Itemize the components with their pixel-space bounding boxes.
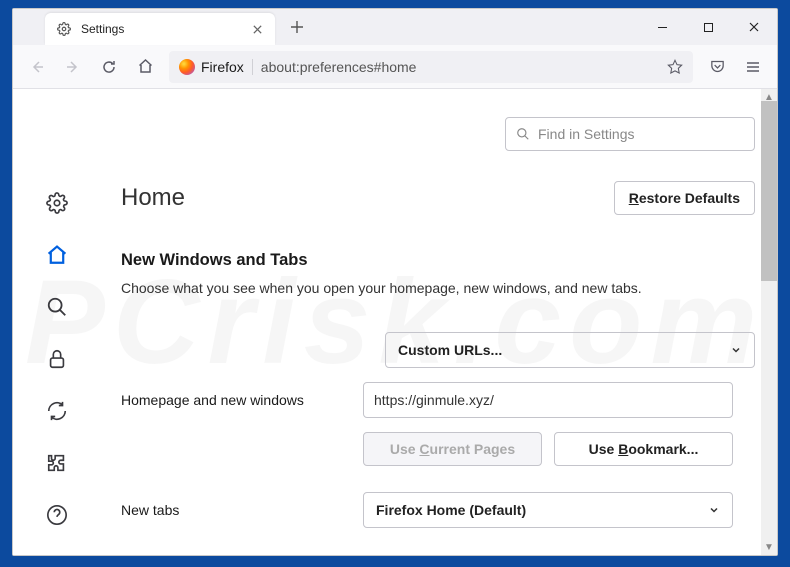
sidebar-help[interactable] bbox=[43, 501, 71, 529]
url-text: about:preferences#home bbox=[261, 59, 659, 75]
bookmark-star-button[interactable] bbox=[667, 59, 683, 75]
scrollbar-track[interactable]: ▲ ▼ bbox=[761, 89, 777, 555]
sidebar-privacy[interactable] bbox=[43, 345, 71, 373]
home-icon bbox=[46, 244, 68, 266]
homepage-mode-select[interactable]: Custom URLs... bbox=[385, 332, 755, 368]
section-title: New Windows and Tabs bbox=[121, 251, 755, 270]
use-bookmark-button[interactable]: Use Bookmark... bbox=[554, 432, 733, 466]
homepage-buttons: Use Current Pages Use Bookmark... bbox=[363, 432, 733, 466]
site-identity[interactable]: Firefox bbox=[179, 59, 253, 75]
maximize-icon bbox=[703, 22, 714, 33]
chevron-down-icon bbox=[708, 504, 720, 516]
newtabs-mode-select[interactable]: Firefox Home (Default) bbox=[363, 492, 733, 528]
homepage-label: Homepage and new windows bbox=[121, 392, 351, 408]
gear-icon bbox=[46, 192, 68, 214]
tab-title: Settings bbox=[81, 22, 239, 36]
arrow-right-icon bbox=[65, 59, 81, 75]
page-title: Home bbox=[121, 184, 185, 212]
window-controls bbox=[639, 9, 777, 45]
restore-defaults-button[interactable]: Restore Defaults bbox=[614, 181, 755, 215]
sidebar-sync[interactable] bbox=[43, 397, 71, 425]
pocket-icon bbox=[709, 58, 726, 75]
sidebar-extensions[interactable] bbox=[43, 449, 71, 477]
home-icon bbox=[137, 58, 154, 75]
close-icon bbox=[252, 24, 263, 35]
use-current-pages-button[interactable]: Use Current Pages bbox=[363, 432, 542, 466]
close-icon bbox=[748, 21, 760, 33]
section-description: Choose what you see when you open your h… bbox=[121, 280, 755, 296]
scrollbar-thumb[interactable] bbox=[761, 101, 777, 281]
scroll-down-button[interactable]: ▼ bbox=[761, 539, 777, 555]
star-icon bbox=[667, 59, 683, 75]
titlebar: Settings bbox=[13, 9, 777, 45]
search-wrap: Find in Settings bbox=[121, 117, 755, 151]
question-icon bbox=[46, 504, 68, 526]
lock-icon bbox=[46, 348, 68, 370]
homepage-mode-row: Custom URLs... bbox=[121, 332, 755, 368]
firefox-logo-icon bbox=[179, 59, 195, 75]
chevron-down-icon bbox=[730, 344, 742, 356]
select-value: Firefox Home (Default) bbox=[376, 502, 526, 518]
back-button[interactable] bbox=[21, 51, 53, 83]
select-value: Custom URLs... bbox=[398, 342, 502, 358]
sidebar-home[interactable] bbox=[43, 241, 71, 269]
forward-button[interactable] bbox=[57, 51, 89, 83]
maximize-button[interactable] bbox=[685, 9, 731, 45]
reload-button[interactable] bbox=[93, 51, 125, 83]
search-placeholder: Find in Settings bbox=[538, 126, 635, 142]
page-header: Home Restore Defaults bbox=[121, 181, 755, 215]
search-icon bbox=[516, 127, 530, 141]
navigation-toolbar: Firefox about:preferences#home bbox=[13, 45, 777, 89]
reload-icon bbox=[101, 59, 117, 75]
active-tab[interactable]: Settings bbox=[45, 13, 275, 45]
new-tab-button[interactable] bbox=[283, 13, 311, 41]
puzzle-icon bbox=[46, 452, 68, 474]
url-bar[interactable]: Firefox about:preferences#home bbox=[169, 51, 693, 83]
content-area: PCrisk.com Find in Settings Home Restore… bbox=[13, 89, 777, 555]
tab-close-button[interactable] bbox=[249, 21, 265, 37]
settings-sidebar bbox=[13, 89, 101, 555]
browser-window: Settings Firefox about:preferences#home bbox=[12, 8, 778, 556]
app-menu-button[interactable] bbox=[737, 51, 769, 83]
plus-icon bbox=[290, 20, 304, 34]
homepage-url-row: Homepage and new windows bbox=[121, 382, 755, 418]
save-to-pocket-button[interactable] bbox=[701, 51, 733, 83]
hamburger-icon bbox=[745, 59, 761, 75]
settings-main: Find in Settings Home Restore Defaults N… bbox=[101, 89, 777, 555]
minimize-icon bbox=[657, 22, 668, 33]
homepage-url-input[interactable] bbox=[363, 382, 733, 418]
sidebar-search[interactable] bbox=[43, 293, 71, 321]
newtabs-row: New tabs Firefox Home (Default) bbox=[121, 492, 755, 528]
sidebar-general[interactable] bbox=[43, 189, 71, 217]
close-window-button[interactable] bbox=[731, 9, 777, 45]
home-button[interactable] bbox=[129, 51, 161, 83]
identity-label: Firefox bbox=[201, 59, 244, 75]
sync-icon bbox=[46, 400, 68, 422]
newtabs-label: New tabs bbox=[121, 502, 351, 518]
minimize-button[interactable] bbox=[639, 9, 685, 45]
arrow-left-icon bbox=[29, 59, 45, 75]
find-in-settings-input[interactable]: Find in Settings bbox=[505, 117, 755, 151]
gear-icon bbox=[57, 22, 71, 36]
search-icon bbox=[46, 296, 68, 318]
